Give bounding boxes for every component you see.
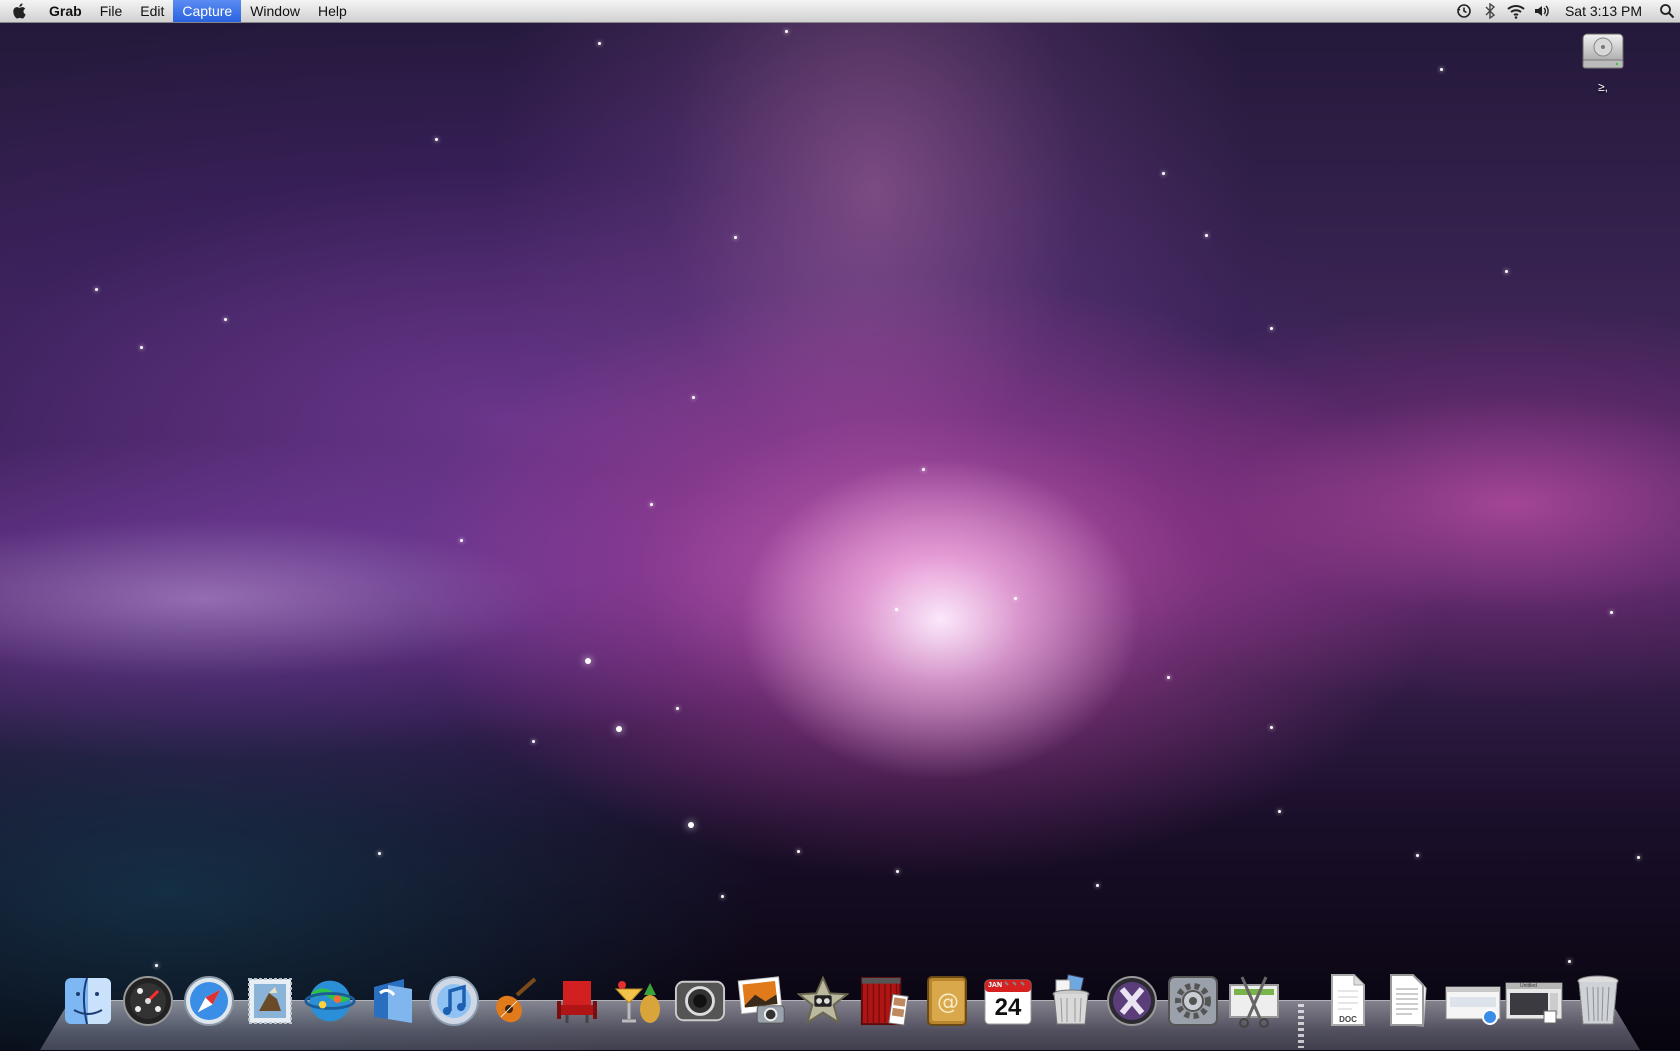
trash-icon[interactable] [1572, 972, 1624, 1030]
menu-clock[interactable]: Sat 3:13 PM [1555, 3, 1654, 19]
star [734, 236, 737, 239]
star [460, 539, 463, 542]
grab-scissors-icon[interactable] [1228, 972, 1280, 1030]
star [1270, 327, 1273, 330]
star [1505, 270, 1508, 273]
svg-text:@: @ [937, 990, 959, 1015]
address-book-icon[interactable]: @ [921, 972, 973, 1030]
window-thumbnail-2-icon[interactable]: Untitled [1504, 972, 1564, 1030]
time-machine-icon[interactable] [1451, 0, 1477, 22]
dock-divider [1298, 1004, 1304, 1048]
desktop-wallpaper [0, 0, 1680, 1050]
star [676, 707, 679, 710]
star [896, 870, 899, 873]
star [650, 503, 653, 506]
cocktail-icon[interactable] [612, 972, 664, 1030]
itunes-icon[interactable] [428, 972, 480, 1030]
mail-icon[interactable] [244, 972, 296, 1030]
star [585, 658, 591, 664]
star [1096, 884, 1099, 887]
safari-icon[interactable] [183, 972, 235, 1030]
menu-edit[interactable]: Edit [131, 0, 173, 22]
star [1416, 854, 1419, 857]
star [1270, 726, 1273, 729]
star [1278, 810, 1281, 813]
apple-menu-icon[interactable] [0, 0, 40, 22]
star [1568, 960, 1571, 963]
star [1440, 68, 1443, 71]
volume-icon[interactable] [1529, 0, 1555, 22]
ical-month: JAN [988, 982, 1003, 989]
star [95, 288, 98, 291]
photo-booth-icon[interactable] [858, 972, 910, 1030]
imovie-icon[interactable] [797, 972, 849, 1030]
menu-help[interactable]: Help [309, 0, 356, 22]
doc-file-icon[interactable]: DOC [1322, 972, 1374, 1030]
star [688, 822, 694, 828]
menu-capture[interactable]: Capture [173, 0, 242, 22]
spotlight-icon[interactable] [1654, 0, 1680, 22]
menu-file[interactable]: File [91, 0, 132, 22]
desktop-hard-disk[interactable]: ≥, [1578, 30, 1628, 102]
front-row-icon[interactable] [551, 972, 603, 1030]
menu-bar: Grab File Edit Capture Window Help Sat 3… [0, 0, 1680, 23]
ical-day: 24 [994, 994, 1022, 1021]
menu-extras: Sat 3:13 PM [1451, 0, 1680, 22]
app-menu-grab[interactable]: Grab [40, 0, 91, 22]
star [1637, 856, 1640, 859]
star [532, 740, 535, 743]
star [785, 30, 788, 33]
finder-icon[interactable] [62, 972, 114, 1030]
star [721, 895, 724, 898]
bluetooth-icon[interactable] [1477, 0, 1503, 22]
star [922, 468, 925, 471]
star [1205, 234, 1208, 237]
star [692, 396, 695, 399]
text-file-icon[interactable] [1383, 972, 1435, 1030]
star [895, 608, 898, 611]
star [598, 42, 601, 45]
doc-file-label: DOC [1339, 1015, 1357, 1024]
garageband-icon[interactable] [489, 972, 541, 1030]
camera-app-icon[interactable] [674, 972, 726, 1030]
star [224, 318, 227, 321]
star [1167, 676, 1170, 679]
star [435, 138, 438, 141]
star [140, 346, 143, 349]
star [1610, 611, 1613, 614]
ical-icon[interactable]: JAN 24 [982, 972, 1034, 1030]
star [378, 852, 381, 855]
iphoto-icon[interactable] [736, 972, 788, 1030]
mac-os-x-icon[interactable] [1106, 972, 1158, 1030]
network-globe-icon[interactable] [304, 972, 356, 1030]
star [1014, 597, 1017, 600]
window-thumbnail-title: Untitled [1520, 983, 1537, 989]
utility-trash-icon[interactable] [1045, 972, 1097, 1030]
hard-disk-label: ≥, [1598, 80, 1608, 94]
star [616, 726, 622, 732]
window-thumbnail-icon[interactable] [1444, 972, 1502, 1030]
system-preferences-icon[interactable] [1167, 972, 1219, 1030]
menu-window[interactable]: Window [241, 0, 309, 22]
hard-disk-icon [1582, 33, 1624, 69]
office-doc-icon[interactable] [368, 972, 420, 1030]
star [797, 850, 800, 853]
star [155, 964, 158, 967]
star [1162, 172, 1165, 175]
wifi-icon[interactable] [1503, 0, 1529, 22]
dashboard-icon[interactable] [122, 972, 174, 1030]
